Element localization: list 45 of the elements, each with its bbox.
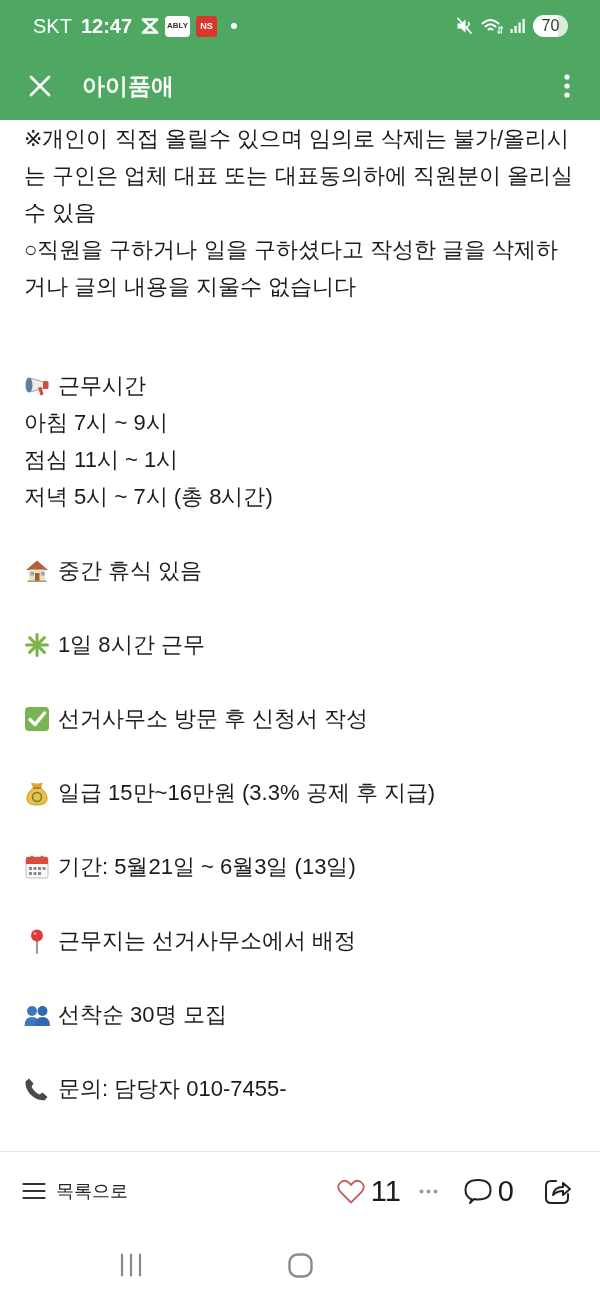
share-icon xyxy=(544,1177,572,1205)
detail-text: 저녁 5시 ~ 7시 (총 8시간) xyxy=(24,483,273,511)
home-button[interactable] xyxy=(288,1252,313,1278)
battery-indicator: 70 xyxy=(533,15,568,37)
signal-icon xyxy=(510,18,526,34)
app-tile: ABLY xyxy=(165,15,191,37)
detail-text: 선착순 30명 모집 xyxy=(58,1001,227,1029)
detail-text: 기간: 5월21일 ~ 6월3일 (13일) xyxy=(58,853,356,881)
detail-text: 아침 7시 ~ 9시 xyxy=(24,409,168,437)
wifi-icon xyxy=(481,17,503,35)
page-title: 아이품애 xyxy=(82,71,174,101)
carrier-name: SKT xyxy=(33,14,72,38)
asterisk-icon xyxy=(24,631,50,658)
detail-text: 문의: 담당자 010-7455- xyxy=(58,1075,287,1103)
notice-text: ○직원을 구하거나 일을 구하셨다고 작성한 글을 삭제하거나 글의 내용을 지울수 없습니다 xyxy=(24,236,559,301)
detail-text: 근무지는 선거사무소에서 배정 xyxy=(58,927,357,955)
comment-button[interactable]: 0 xyxy=(463,1174,514,1208)
notice-text: ※개인이 직접 올릴수 있으며 임의로 삭제는 불가/올리시는 구인은 업체 대표 또는 대표동의하에 직원분이 올리실수 있음 xyxy=(24,125,574,227)
close-icon xyxy=(28,74,52,98)
more-dots-icon xyxy=(418,1188,438,1194)
calendar-icon xyxy=(24,853,50,880)
menu-icon xyxy=(22,1182,46,1200)
recent-apps-icon xyxy=(119,1253,143,1277)
more-button[interactable] xyxy=(564,74,570,98)
home-icon xyxy=(288,1252,313,1278)
detail-text: 중간 휴식 있음 xyxy=(58,557,203,585)
detail-text: 일급 15만~16만원 (3.3% 공제 후 지급) xyxy=(58,779,436,807)
app-tile: NS xyxy=(196,15,218,37)
like-button[interactable]: 11 xyxy=(336,1174,401,1208)
speech-bubble-icon xyxy=(463,1177,492,1205)
more-vertical-icon xyxy=(564,74,570,98)
detail-text: 근무시간 xyxy=(58,372,146,400)
detail-text: 1일 8시간 근무 xyxy=(58,631,205,659)
list-button[interactable]: 목록으로 xyxy=(22,1179,128,1203)
detail-text: 점심 11시 ~ 1시 xyxy=(24,446,179,474)
check-icon xyxy=(24,705,50,732)
detail-text: 선거사무소 방문 후 신청서 작성 xyxy=(58,705,369,733)
dot-icon xyxy=(231,23,238,29)
clock-time: 12:47 xyxy=(80,14,133,38)
heart-icon xyxy=(336,1178,365,1204)
app-glyph-icon xyxy=(141,18,160,34)
share-button[interactable] xyxy=(544,1177,572,1205)
close-button[interactable] xyxy=(28,74,52,98)
recent-apps-button[interactable] xyxy=(119,1253,143,1277)
mute-icon xyxy=(456,17,474,35)
